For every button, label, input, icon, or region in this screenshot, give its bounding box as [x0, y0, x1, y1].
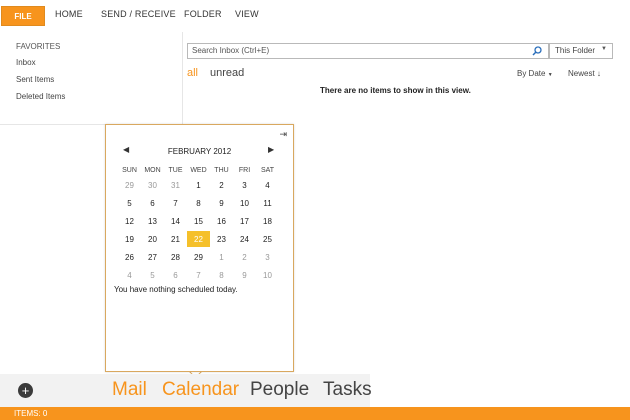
- calendar-week: 12 13 14 15 16 17 18: [118, 212, 279, 230]
- calendar-day[interactable]: 29: [118, 176, 141, 194]
- calendar-day[interactable]: 7: [164, 194, 187, 212]
- previous-month-icon[interactable]: ◀: [123, 145, 129, 154]
- calendar-day[interactable]: 31: [164, 176, 187, 194]
- calendar-day[interactable]: 20: [141, 230, 164, 248]
- item-count: ITEMS: 0: [14, 409, 48, 418]
- calendar-day-selected[interactable]: 22: [187, 231, 210, 247]
- sort-order-label: Newest: [568, 69, 595, 78]
- chevron-down-icon: ▼: [547, 72, 553, 78]
- search-icon[interactable]: [532, 46, 542, 56]
- tab-home[interactable]: HOME: [55, 9, 83, 19]
- weekday-header-row: SUN MON TUE WED THU FRI SAT: [118, 164, 279, 176]
- sort-by-label: By Date: [517, 69, 546, 78]
- calendar-day[interactable]: 19: [118, 230, 141, 248]
- nav-people[interactable]: People: [250, 379, 309, 401]
- add-icon[interactable]: +: [18, 383, 33, 398]
- calendar-day[interactable]: 9: [210, 194, 233, 212]
- folder-item-deleted-items[interactable]: Deleted Items: [16, 92, 65, 101]
- nav-tasks[interactable]: Tasks: [323, 379, 372, 401]
- ribbon: FILE HOME SEND / RECEIVE FOLDER VIEW: [0, 0, 630, 32]
- calendar-day[interactable]: 3: [256, 248, 279, 266]
- module-navigation-bar: + Mail Calendar People Tasks: [0, 374, 372, 408]
- calendar-week: 4 5 6 7 8 9 10: [118, 266, 279, 284]
- weekday-label: SUN: [122, 166, 137, 174]
- calendar-day[interactable]: 13: [141, 212, 164, 230]
- calendar-day[interactable]: 1: [187, 176, 210, 194]
- calendar-day[interactable]: 2: [233, 248, 256, 266]
- folder-pane: FAVORITES Inbox Sent Items Deleted Items: [0, 32, 183, 125]
- weekday-label: MON: [144, 166, 161, 174]
- calendar-day[interactable]: 5: [141, 266, 164, 284]
- calendar-day[interactable]: 14: [164, 212, 187, 230]
- calendar-week: 29 30 31 1 2 3 4: [118, 176, 279, 194]
- calendar-day[interactable]: 8: [187, 194, 210, 212]
- tab-send-receive[interactable]: SEND / RECEIVE: [101, 9, 176, 19]
- calendar-day[interactable]: 24: [233, 230, 256, 248]
- filter-unread[interactable]: unread: [210, 67, 244, 79]
- calendar-day[interactable]: 17: [233, 212, 256, 230]
- calendar-day[interactable]: 15: [187, 212, 210, 230]
- weekday-label: SAT: [260, 166, 275, 174]
- empty-list-message: There are no items to show in this view.: [320, 86, 471, 95]
- calendar-day[interactable]: 6: [164, 266, 187, 284]
- calendar-day[interactable]: 10: [256, 266, 279, 284]
- search-scope-dropdown[interactable]: This Folder ▼: [549, 43, 613, 59]
- calendar-day[interactable]: 3: [233, 176, 256, 194]
- pin-icon[interactable]: ⇥: [279, 129, 287, 140]
- next-month-icon[interactable]: ▶: [268, 145, 274, 154]
- calendar-week: 19 20 21 22 23 24 25: [118, 230, 279, 248]
- nav-calendar[interactable]: Calendar: [162, 379, 239, 401]
- calendar-peek: ⇥ FEBRUARY 2012 ◀ ▶ SUN MON TUE WED THU …: [105, 124, 294, 372]
- tab-folder[interactable]: FOLDER: [184, 9, 222, 19]
- favorites-header[interactable]: FAVORITES: [16, 42, 60, 51]
- arrow-down-icon: ↓: [596, 69, 601, 78]
- calendar-day[interactable]: 9: [233, 266, 256, 284]
- search-placeholder: Search Inbox (Ctrl+E): [192, 46, 270, 55]
- weekday-label: FRI: [238, 166, 251, 174]
- calendar-day[interactable]: 6: [141, 194, 164, 212]
- calendar-day[interactable]: 7: [187, 266, 210, 284]
- no-appointments-message: You have nothing scheduled today.: [114, 285, 238, 294]
- calendar-week: 5 6 7 8 9 10 11: [118, 194, 279, 212]
- nav-mail[interactable]: Mail: [112, 379, 147, 401]
- calendar-day[interactable]: 30: [141, 176, 164, 194]
- search-scope-label: This Folder: [555, 46, 596, 55]
- folder-item-sent-items[interactable]: Sent Items: [16, 75, 54, 84]
- sort-order-toggle[interactable]: Newest ↓: [568, 69, 601, 78]
- calendar-day[interactable]: 27: [141, 248, 164, 266]
- calendar-day[interactable]: 28: [164, 248, 187, 266]
- calendar-day[interactable]: 16: [210, 212, 233, 230]
- calendar-day[interactable]: 23: [210, 230, 233, 248]
- calendar-day[interactable]: 11: [256, 194, 279, 212]
- calendar-day[interactable]: 2: [210, 176, 233, 194]
- calendar-day[interactable]: 4: [118, 266, 141, 284]
- calendar-day[interactable]: 25: [256, 230, 279, 248]
- status-bar: ITEMS: 0: [0, 407, 630, 420]
- calendar-day[interactable]: 18: [256, 212, 279, 230]
- calendar-week: 26 27 28 29 1 2 3: [118, 248, 279, 266]
- weekday-label: WED: [190, 166, 207, 174]
- calendar-day[interactable]: 21: [164, 230, 187, 248]
- folder-item-inbox[interactable]: Inbox: [16, 58, 36, 67]
- calendar-day[interactable]: 26: [118, 248, 141, 266]
- calendar-day[interactable]: 12: [118, 212, 141, 230]
- search-input[interactable]: Search Inbox (Ctrl+E): [187, 43, 549, 59]
- calendar-day[interactable]: 8: [210, 266, 233, 284]
- weekday-label: THU: [214, 166, 229, 174]
- filter-all[interactable]: all: [187, 67, 198, 79]
- calendar-grid: SUN MON TUE WED THU FRI SAT 29 30 31 1 2…: [118, 164, 279, 284]
- tab-file[interactable]: FILE: [1, 6, 45, 26]
- chevron-down-icon: ▼: [601, 46, 607, 52]
- calendar-day[interactable]: 4: [256, 176, 279, 194]
- calendar-day[interactable]: 29: [187, 248, 210, 266]
- tab-view[interactable]: VIEW: [235, 9, 259, 19]
- sort-by-date-dropdown[interactable]: By Date ▼: [517, 69, 553, 78]
- month-title: FEBRUARY 2012: [167, 147, 232, 156]
- weekday-label: TUE: [168, 166, 183, 174]
- calendar-day[interactable]: 10: [233, 194, 256, 212]
- calendar-day[interactable]: 1: [210, 248, 233, 266]
- calendar-day[interactable]: 5: [118, 194, 141, 212]
